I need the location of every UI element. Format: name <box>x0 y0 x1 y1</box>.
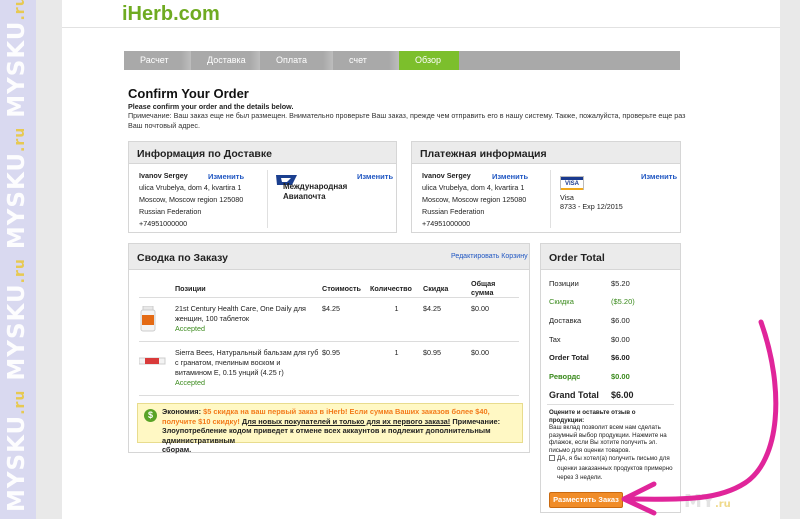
annotation-arrow <box>621 319 779 516</box>
